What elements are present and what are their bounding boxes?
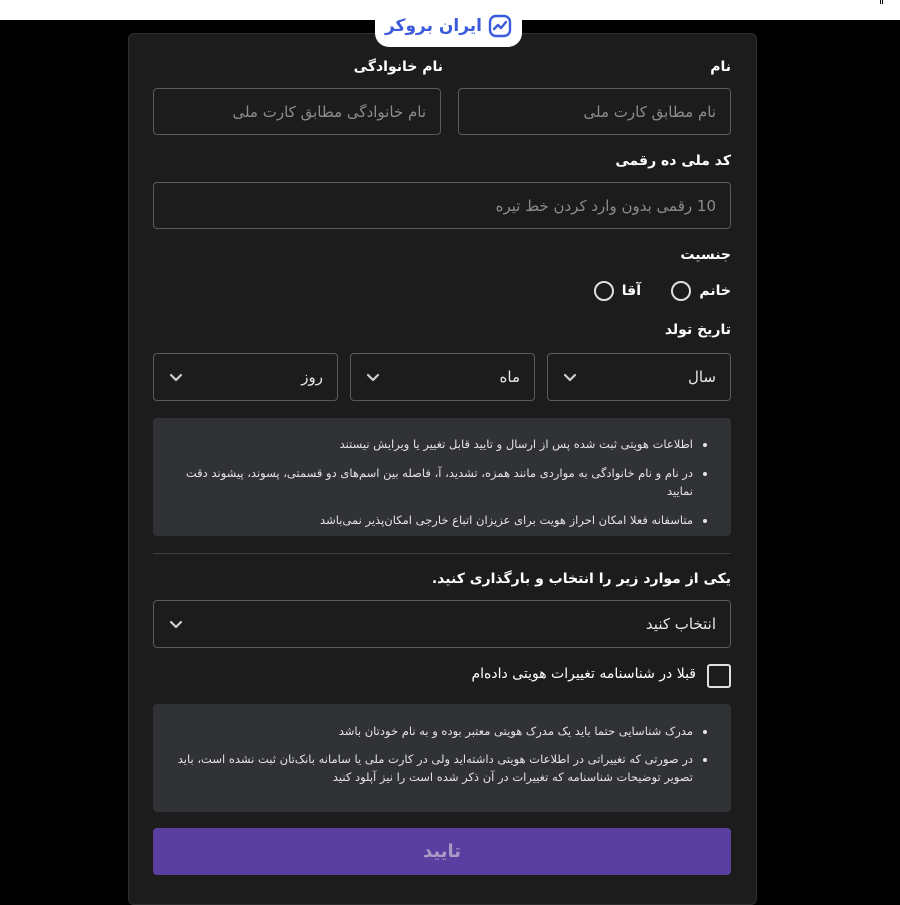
note-item: اطلاعات هویتی ثبت شده پس از ارسال و تایی… (167, 435, 693, 453)
brand-name: ایران بروکر (384, 15, 483, 36)
brand-logo[interactable]: ایران بروکر (375, 4, 522, 47)
birth-date-label: تاریخ تولد (664, 322, 731, 338)
note-item: مدرک شناسایی حتما باید یک مدرک هویتی معت… (167, 722, 693, 740)
note-item: در صورتی که تغییراتی در اطلاعات هویتی دا… (167, 750, 693, 786)
section-divider (153, 553, 731, 554)
birth-year-value: سال (687, 368, 716, 386)
birth-year-select[interactable]: سال (547, 353, 731, 401)
national-code-input[interactable] (153, 182, 731, 229)
corner-glyph-icon: ⅱ (878, 0, 884, 7)
birth-month-select[interactable]: ماه (350, 353, 535, 401)
upload-label: یکی از موارد زیر را انتخاب و بارگذاری کن… (431, 571, 731, 587)
gender-male-radio[interactable] (593, 281, 614, 301)
gender-male-label: آقا (621, 283, 641, 299)
national-code-label: کد ملی ده رقمی (615, 153, 731, 169)
note-item: در نام و نام خانوادگی به مواردی مانند هم… (167, 464, 693, 500)
note-item: متاسفانه فعلا امکان احراز هویت برای عزیز… (167, 511, 693, 529)
chevron-down-icon (563, 373, 577, 382)
identity-notes-box: اطلاعات هویتی ثبت شده پس از ارسال و تایی… (153, 418, 731, 536)
first-name-label: نام (710, 59, 731, 75)
birth-day-value: روز (301, 368, 323, 386)
submit-button[interactable]: تایید (153, 828, 731, 875)
identity-changed-label: قبلا در شناسنامه تغییرات هویتی داده‌ام (471, 666, 696, 682)
birth-month-value: ماه (499, 368, 520, 386)
document-notes-box: مدرک شناسایی حتما باید یک مدرک هویتی معت… (153, 704, 731, 812)
chevron-down-icon (169, 620, 183, 629)
last-name-input[interactable] (153, 88, 441, 135)
first-name-input[interactable] (458, 88, 731, 135)
document-type-select[interactable]: انتخاب کنید (153, 600, 731, 648)
identity-changed-checkbox[interactable] (707, 664, 731, 688)
gender-male-option[interactable]: آقا (593, 281, 641, 301)
last-name-label: نام خانوادگی (353, 59, 443, 75)
gender-female-label: خانم (699, 283, 731, 299)
document-type-value: انتخاب کنید (645, 615, 716, 633)
gender-female-option[interactable]: خانم (671, 281, 731, 301)
birth-day-select[interactable]: روز (153, 353, 338, 401)
gender-female-radio[interactable] (671, 281, 692, 301)
chevron-down-icon (366, 373, 380, 382)
trend-chart-icon (488, 14, 512, 37)
gender-label: جنسیت (680, 247, 731, 263)
chevron-down-icon (169, 373, 183, 382)
